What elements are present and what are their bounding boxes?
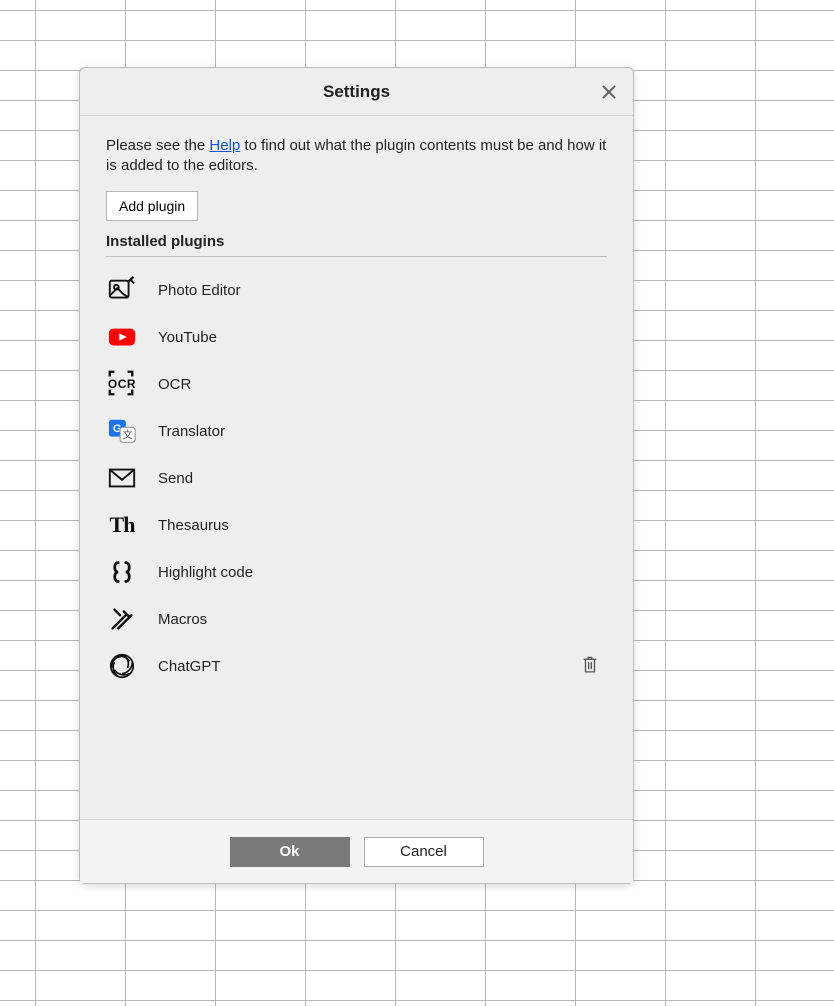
plugin-item-ocr[interactable]: OCR OCR (106, 361, 607, 408)
plugin-name: YouTube (158, 329, 217, 346)
plugin-name: Photo Editor (158, 282, 241, 299)
delete-plugin-button[interactable] (579, 654, 601, 676)
plugin-name: ChatGPT (158, 658, 221, 675)
photo-editor-icon (106, 274, 138, 306)
plugin-name: Thesaurus (158, 517, 229, 534)
settings-dialog: Settings Please see the Help to find out… (79, 67, 634, 884)
svg-text:文: 文 (122, 429, 132, 442)
plugin-item-translator[interactable]: G文 Translator (106, 408, 607, 455)
close-icon (601, 84, 617, 100)
chatgpt-icon (106, 650, 138, 682)
dialog-header: Settings (80, 68, 633, 116)
plugin-item-photo-editor[interactable]: Photo Editor (106, 267, 607, 314)
macros-icon (106, 603, 138, 635)
dialog-footer: Ok Cancel (80, 819, 633, 883)
youtube-icon (106, 321, 138, 353)
plugin-item-chatgpt[interactable]: ChatGPT (106, 643, 607, 690)
help-link[interactable]: Help (209, 137, 240, 154)
plugin-name: Macros (158, 611, 207, 628)
plugin-item-send[interactable]: Send (106, 455, 607, 502)
plugin-name: Highlight code (158, 564, 253, 581)
dialog-body: Please see the Help to find out what the… (80, 116, 633, 819)
plugin-item-thesaurus[interactable]: Th Thesaurus (106, 502, 607, 549)
installed-plugins-heading: Installed plugins (106, 233, 607, 256)
cancel-button[interactable]: Cancel (364, 837, 484, 867)
plugin-name: OCR (158, 376, 191, 393)
help-text: Please see the Help to find out what the… (106, 136, 607, 177)
trash-icon (581, 655, 599, 675)
ocr-icon: OCR (106, 368, 138, 400)
translator-icon: G文 (106, 415, 138, 447)
section-divider (106, 256, 607, 257)
add-plugin-button[interactable]: Add plugin (106, 191, 198, 221)
dialog-title: Settings (323, 82, 390, 102)
close-button[interactable] (595, 78, 623, 106)
plugin-item-macros[interactable]: Macros (106, 596, 607, 643)
plugin-name: Translator (158, 423, 225, 440)
thesaurus-icon: Th (106, 509, 138, 541)
ok-button[interactable]: Ok (230, 837, 350, 867)
highlight-code-icon (106, 556, 138, 588)
plugin-name: Send (158, 470, 193, 487)
plugin-item-highlight-code[interactable]: Highlight code (106, 549, 607, 596)
help-text-prefix: Please see the (106, 137, 209, 154)
send-icon (106, 462, 138, 494)
plugin-list: Photo Editor YouTube OCR OCR G文 Translator Sen… (106, 267, 607, 690)
plugin-item-youtube[interactable]: YouTube (106, 314, 607, 361)
